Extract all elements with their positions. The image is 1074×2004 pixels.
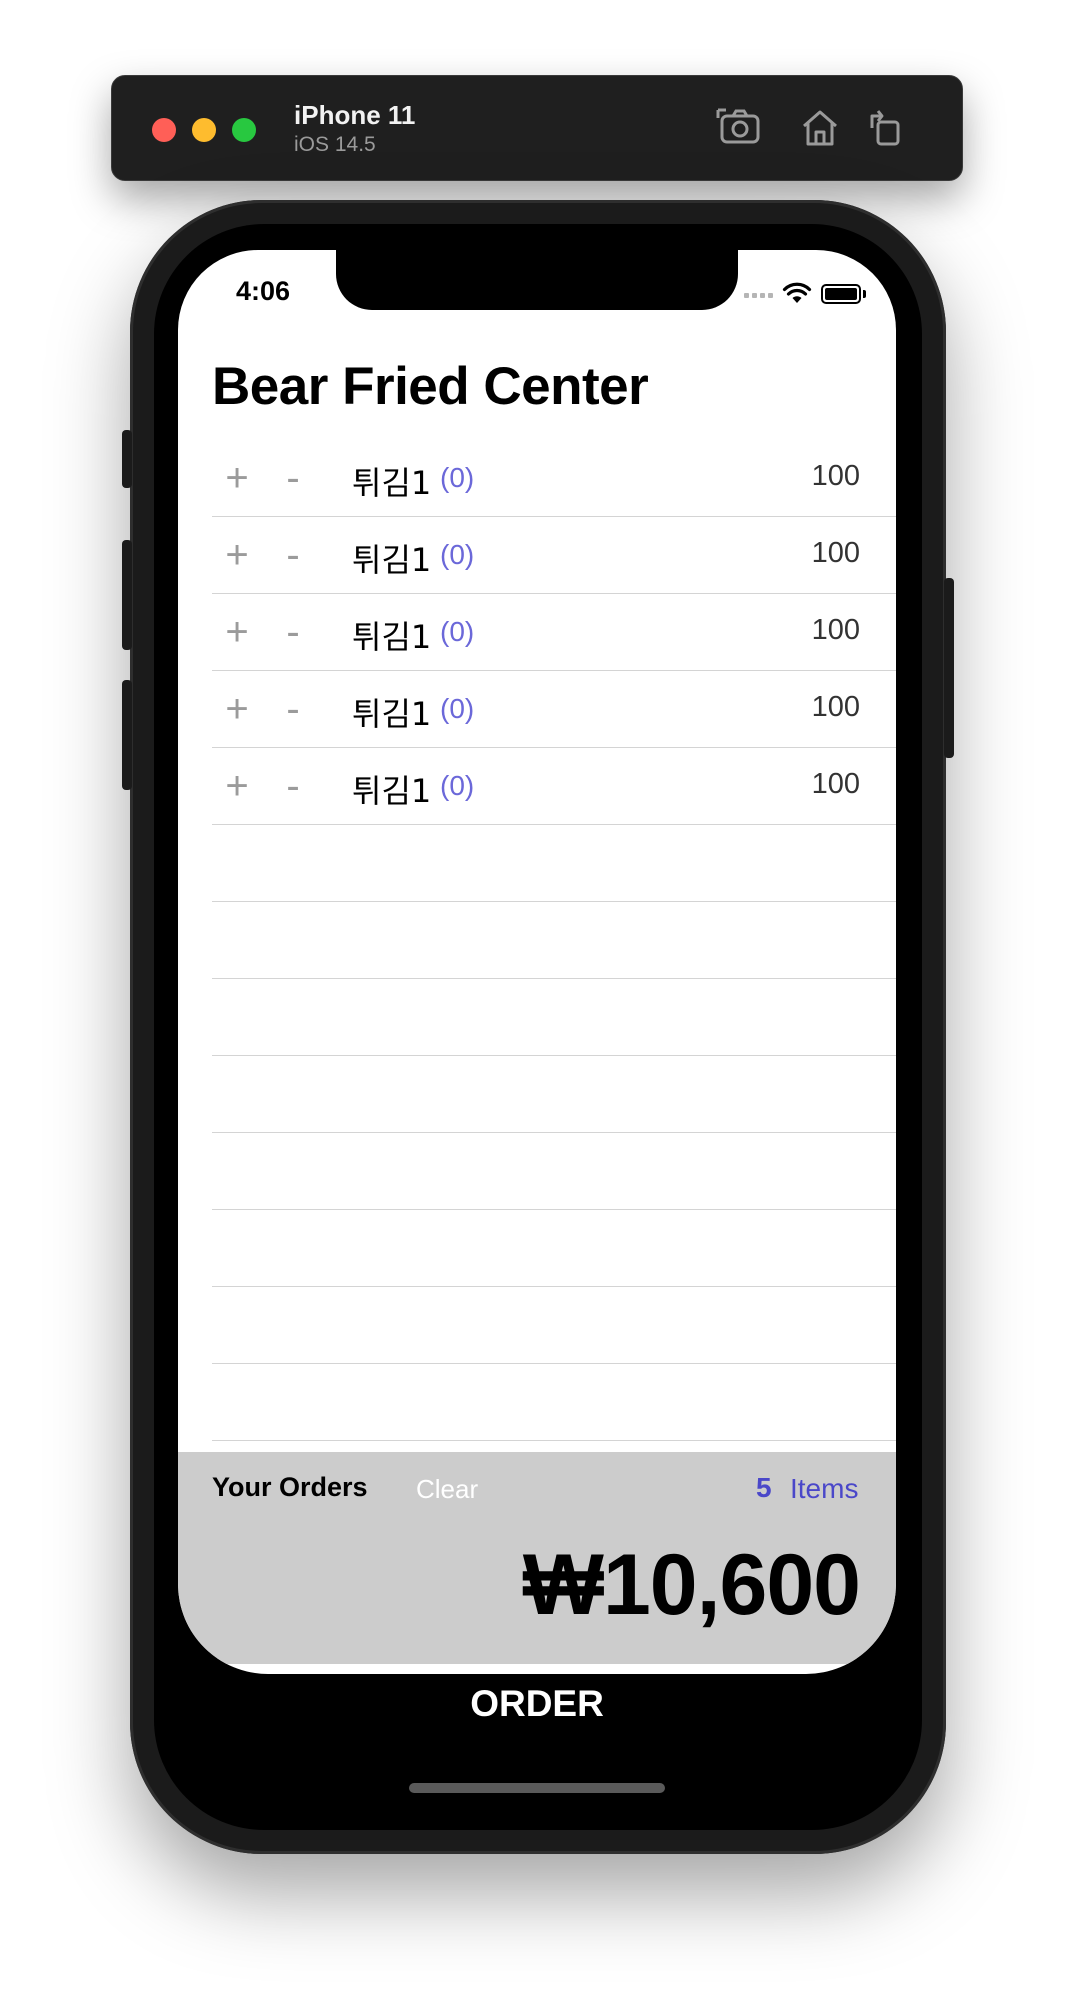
rotate-icon[interactable] [864,104,912,152]
order-button[interactable]: ORDER [178,1664,896,1744]
decrement-button[interactable]: - [276,762,310,810]
menu-item-name: 튀김1 [352,695,432,733]
increment-button[interactable]: + [220,685,254,733]
menu-item-row: + - 튀김1 (0) 100 [212,517,896,594]
screenshot-icon[interactable] [716,104,764,152]
home-indicator[interactable] [409,1783,665,1793]
menu-item-name: 튀김1 [352,541,432,579]
your-orders-label: Your Orders [212,1472,368,1502]
zoom-window-button[interactable] [232,118,256,142]
menu-item-row: + - 튀김1 (0) 100 [212,671,896,748]
empty-list-row [212,1056,896,1133]
menu-item-count: (0) [440,616,475,647]
order-summary: Your Orders Clear 5 Items ₩10,600 [178,1452,896,1664]
notch [336,250,738,310]
menu-list: + - 튀김1 (0) 100 + - 튀김1 (0) 100 + - 튀김1 … [212,440,896,1441]
silent-switch [122,430,132,488]
menu-item-name: 튀김1 [352,464,432,502]
menu-item-count: (0) [440,539,475,570]
battery-icon [821,284,866,304]
items-count: 5 [756,1472,772,1503]
clear-button[interactable]: Clear [416,1474,478,1505]
close-window-button[interactable] [152,118,176,142]
menu-item-price: 100 [811,691,860,723]
menu-item-price: 100 [811,537,860,569]
os-version: iOS 14.5 [294,133,376,156]
menu-item-price: 100 [811,768,860,800]
menu-item-name: 튀김1 [352,772,432,810]
empty-list-row [212,1287,896,1364]
app-screen: 4:06 Bear Fried Center + - 튀김1 (0) 100 +… [178,250,896,1674]
menu-item-count: (0) [440,770,475,801]
status-time: 4:06 [236,276,291,306]
menu-item-name: 튀김1 [352,618,432,656]
simulator-toolbar: iPhone 11 iOS 14.5 [111,75,963,181]
menu-item-price: 100 [811,614,860,646]
decrement-button[interactable]: - [276,685,310,733]
menu-item-count: (0) [440,462,475,493]
items-label: Items [790,1473,859,1504]
decrement-button[interactable]: - [276,608,310,656]
menu-item-price: 100 [811,460,860,492]
menu-item-row: + - 튀김1 (0) 100 [212,748,896,825]
increment-button[interactable]: + [220,762,254,810]
increment-button[interactable]: + [220,531,254,579]
empty-list-row [212,1133,896,1210]
increment-button[interactable]: + [220,454,254,502]
menu-item-count: (0) [440,693,475,724]
empty-list-row [212,979,896,1056]
menu-item-row: + - 튀김1 (0) 100 [212,594,896,671]
device-name: iPhone 11 [294,100,416,130]
minimize-window-button[interactable] [192,118,216,142]
page-title: Bear Fried Center [212,357,649,416]
total-price: ₩10,600 [522,1537,861,1633]
empty-list-row [212,902,896,979]
menu-item-row: + - 튀김1 (0) 100 [212,440,896,517]
empty-list-row [212,825,896,902]
empty-list-row [212,1210,896,1287]
home-icon[interactable] [796,104,844,152]
volume-down-button [122,680,132,790]
empty-list-row [212,1364,896,1441]
wifi-icon [782,282,812,304]
decrement-button[interactable]: - [276,531,310,579]
volume-up-button [122,540,132,650]
decrement-button[interactable]: - [276,454,310,502]
power-button [944,578,954,758]
increment-button[interactable]: + [220,608,254,656]
